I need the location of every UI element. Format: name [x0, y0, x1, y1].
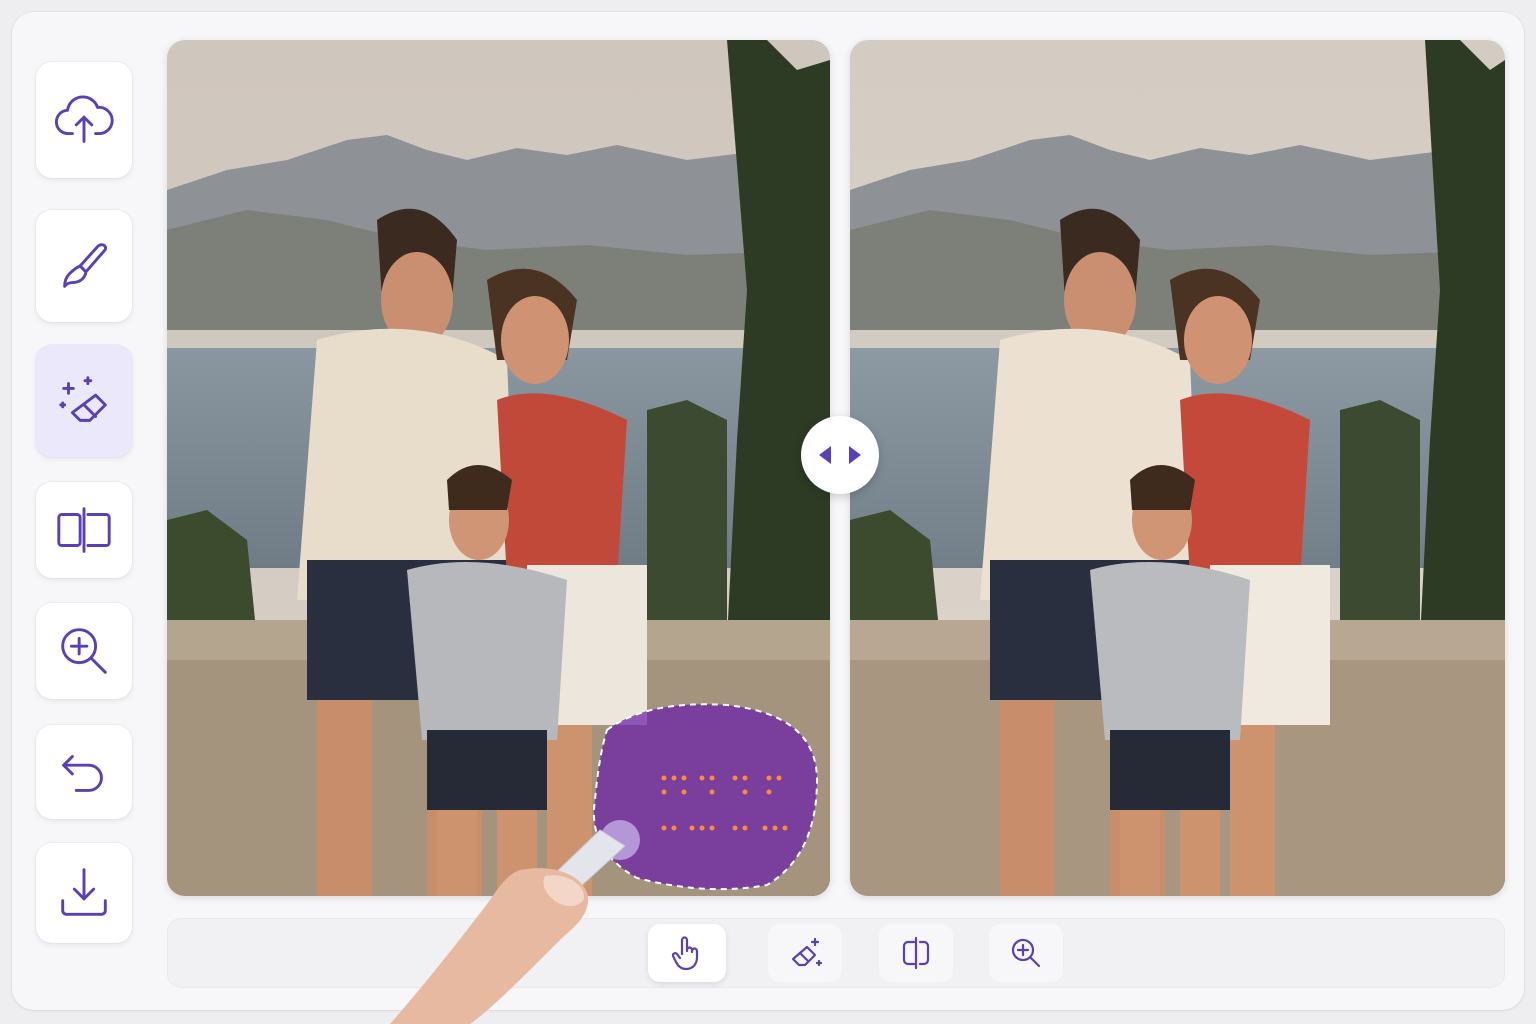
magic-eraser-icon: [791, 937, 823, 967]
zoom-view-button[interactable]: [989, 924, 1063, 982]
magic-eraser-icon: [59, 376, 107, 422]
compare-tool-button[interactable]: [36, 482, 132, 578]
brush-icon: [63, 243, 107, 288]
erase-tool-button[interactable]: [768, 924, 842, 982]
compare-split-icon: [902, 936, 930, 970]
erase-mask-selection[interactable]: [593, 703, 819, 891]
restored-photo: [850, 40, 1505, 896]
upload-button[interactable]: [36, 62, 132, 178]
pan-tool-button[interactable]: [648, 924, 726, 982]
download-button[interactable]: [36, 843, 132, 943]
brush-tool-button[interactable]: [36, 210, 132, 322]
cloud-upload-icon: [54, 95, 114, 143]
zoom-tool-button[interactable]: [36, 603, 132, 699]
download-icon: [61, 868, 107, 916]
restored-photo-pane[interactable]: [850, 40, 1505, 896]
original-photo-pane[interactable]: [167, 40, 830, 896]
hand-pointer-icon: [671, 936, 699, 971]
left-right-arrows-icon: [819, 446, 861, 464]
zoom-in-icon: [1011, 938, 1041, 968]
zoom-in-icon: [61, 628, 107, 674]
undo-button[interactable]: [36, 725, 132, 819]
compare-split-handle[interactable]: [801, 416, 879, 494]
bottom-toolbar: [167, 918, 1505, 988]
original-photo: [167, 40, 830, 896]
compare-view-button[interactable]: [879, 924, 953, 982]
compare-split-icon: [57, 507, 111, 553]
magic-eraser-tool-button[interactable]: [36, 345, 132, 457]
undo-icon: [62, 755, 103, 792]
